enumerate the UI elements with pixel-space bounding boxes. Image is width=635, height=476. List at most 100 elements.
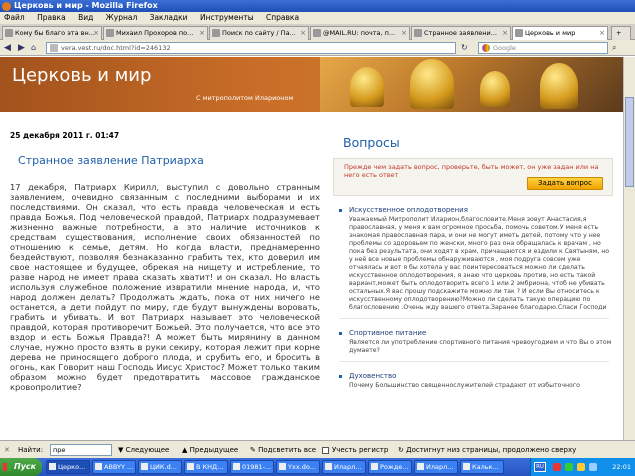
language-indicator[interactable]: RU	[534, 462, 546, 472]
tab-bar: Кому бы благо эта вн... × Михаил Прохоров…	[0, 24, 635, 40]
home-icon[interactable]: ⌂	[31, 42, 36, 54]
question-title[interactable]: Искусственное оплодотворения	[349, 206, 613, 214]
bullet-icon	[339, 332, 342, 335]
article-title: Странное заявление Патриарха	[18, 154, 204, 167]
find-bar: ✕ Найти: пре ▼ Следующее ▲ Предыдущее ✎ …	[0, 440, 635, 458]
cathedral-domes-photo	[320, 57, 623, 112]
tab-3[interactable]: Поиск по сайту / Па... ×	[209, 26, 309, 40]
favicon-icon	[212, 29, 220, 37]
question-item: Спортивное питание Является ли употребле…	[339, 329, 613, 355]
close-tab-icon[interactable]: ×	[502, 27, 508, 39]
questions-sidebar: Вопросы Прежде чем задать вопрос, провер…	[333, 127, 613, 390]
question-item: Искусственное оплодотворения Уважаемый М…	[339, 206, 613, 312]
menu-history[interactable]: Журнал	[106, 13, 138, 22]
tab-6-active[interactable]: Церковь и мир ×	[512, 26, 608, 40]
find-label: Найти:	[18, 446, 44, 454]
find-prev-button[interactable]: ▲ Предыдущее	[182, 441, 238, 459]
menu-tools[interactable]: Инструменты	[200, 13, 254, 22]
page-scrollbar[interactable]	[623, 57, 635, 440]
question-body: Почему Большинство священнослужителей ст…	[349, 382, 580, 389]
close-tab-icon[interactable]: ×	[599, 27, 605, 39]
new-tab-button[interactable]: +	[611, 26, 631, 40]
reload-icon[interactable]: ↻	[461, 42, 468, 54]
tray-network-icon[interactable]	[565, 463, 573, 471]
close-tab-icon[interactable]: ×	[300, 27, 306, 39]
windows-logo-icon	[3, 463, 11, 471]
tray-volume-icon[interactable]	[577, 463, 585, 471]
search-go-icon[interactable]: ⌕	[612, 42, 616, 54]
site-title[interactable]: Церковь и мир	[12, 65, 151, 86]
taskbar-item[interactable]: Иларл...	[414, 460, 458, 474]
favicon-icon	[414, 29, 422, 37]
menu-help[interactable]: Справка	[266, 13, 299, 22]
forward-icon[interactable]: ▶	[18, 42, 25, 54]
taskbar-item[interactable]: ABBYY ...	[92, 460, 136, 474]
wrap-icon: ↻	[398, 446, 407, 454]
checkbox-icon	[322, 446, 329, 454]
favicon-icon	[313, 29, 321, 37]
app-icon	[49, 463, 56, 470]
question-body: Является ли употребление спортивного пит…	[349, 339, 612, 354]
questions-heading: Вопросы	[343, 135, 400, 150]
window-title-bar: Церковь и мир - Mozilla Firefox	[0, 0, 635, 12]
window-title: Церковь и мир - Mozilla Firefox	[14, 1, 158, 10]
back-icon[interactable]: ◀	[4, 42, 11, 54]
taskbar-item[interactable]: В КНД...	[184, 460, 228, 474]
find-input[interactable]: пре	[50, 444, 112, 456]
tab-5[interactable]: Странное заявлени... ×	[411, 26, 511, 40]
site-subtitle: С митрополитом Иларионом	[196, 94, 294, 102]
tray-update-icon[interactable]	[589, 463, 597, 471]
clock: 22:01	[612, 463, 631, 471]
taskbar-item-firefox[interactable]: Церко...	[46, 460, 90, 474]
question-title[interactable]: Духовенство	[349, 372, 613, 380]
app-icon	[325, 463, 332, 470]
search-box[interactable]: Google	[478, 42, 608, 54]
windows-taskbar: Пуск Церко... ABBYY ... ЦИК.d... В КНД..…	[0, 458, 635, 476]
arrow-up-icon: ▲	[182, 446, 190, 454]
tab-4[interactable]: @MAIL.RU: почта, п... ×	[310, 26, 410, 40]
taskbar-item[interactable]: Кальк...	[460, 460, 504, 474]
menu-bookmarks[interactable]: Закладки	[150, 13, 188, 22]
ask-question-box: Прежде чем задать вопрос, проверьте, быт…	[333, 158, 613, 196]
taskbar-item[interactable]: 01981-...	[230, 460, 274, 474]
app-icon	[141, 463, 148, 470]
start-button[interactable]: Пуск	[0, 458, 42, 476]
firefox-icon	[2, 2, 11, 11]
tab-1[interactable]: Кому бы благо эта вн... ×	[2, 26, 102, 40]
favicon-icon	[106, 29, 114, 37]
app-icon	[417, 463, 424, 470]
menu-edit[interactable]: Правка	[37, 13, 66, 22]
taskbar-item[interactable]: Yxx.do...	[276, 460, 320, 474]
menu-file[interactable]: Файл	[4, 13, 25, 22]
match-case-checkbox[interactable]: Учесть регистр	[322, 441, 388, 459]
close-tab-icon[interactable]: ×	[199, 27, 205, 39]
url-bar[interactable]: vera.vest.ru/doc.html?id=246132	[46, 42, 456, 54]
question-item: Духовенство Почему Большинство священнос…	[339, 372, 613, 390]
page-content: Церковь и мир С митрополитом Иларионом 2…	[0, 57, 635, 440]
taskbar-item[interactable]: ЦИК.d...	[138, 460, 182, 474]
highlight-icon: ✎	[250, 446, 259, 454]
close-tab-icon[interactable]: ×	[93, 27, 99, 39]
ask-question-button[interactable]: Задать вопрос	[527, 177, 603, 190]
url-text: vera.vest.ru/doc.html?id=246132	[61, 44, 171, 52]
menu-view[interactable]: Вид	[78, 13, 93, 22]
navigation-bar: ◀ ▶ ⌂ vera.vest.ru/doc.html?id=246132 ↻ …	[0, 40, 635, 56]
taskbar-item[interactable]: Иларл...	[322, 460, 366, 474]
app-icon	[95, 463, 102, 470]
tab-2[interactable]: Михаил Прохоров по... ×	[103, 26, 208, 40]
close-tab-icon[interactable]: ×	[401, 27, 407, 39]
app-icon	[371, 463, 378, 470]
app-icon	[463, 463, 470, 470]
scrollbar-thumb[interactable]	[625, 97, 634, 187]
highlight-all-button[interactable]: ✎ Подсветить все	[250, 441, 316, 459]
question-title[interactable]: Спортивное питание	[349, 329, 613, 337]
article-body: 17 декабря, Патриарх Кирилл, выступил с …	[10, 182, 320, 392]
tray-antivirus-icon[interactable]	[553, 463, 561, 471]
close-find-icon[interactable]: ✕	[4, 441, 10, 459]
favicon-icon	[5, 29, 13, 37]
google-icon	[482, 44, 490, 52]
find-status: ↻ Достигнут низ страницы, продолжено све…	[398, 446, 577, 454]
taskbar-item[interactable]: Рожде...	[368, 460, 412, 474]
find-next-button[interactable]: ▼ Следующее	[118, 441, 169, 459]
system-tray: RU 22:01	[530, 458, 635, 476]
